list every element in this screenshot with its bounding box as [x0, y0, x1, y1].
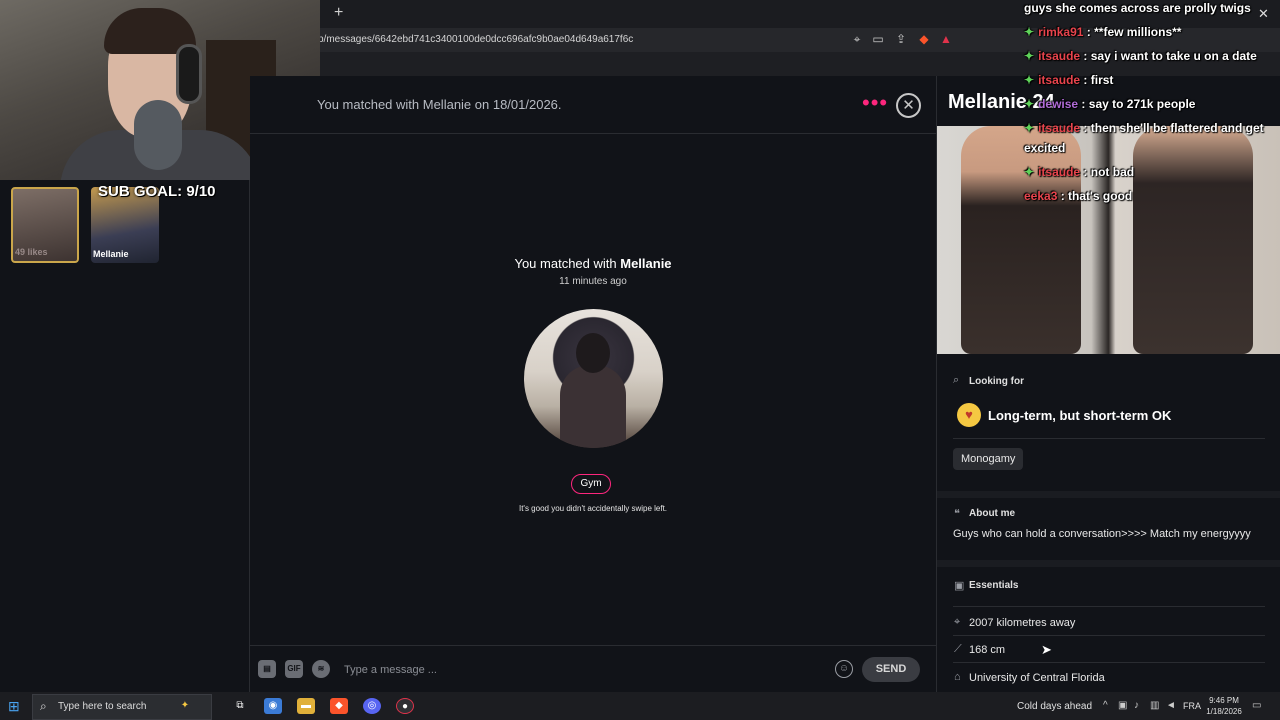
rewards-icon[interactable]: ▲ — [938, 31, 954, 47]
message-input[interactable] — [344, 660, 824, 680]
divider — [953, 635, 1265, 636]
section-separator — [937, 560, 1280, 567]
clock-date: 1/18/2026 — [1206, 707, 1242, 716]
school-text: University of Central Florida — [969, 672, 1105, 684]
location-icon[interactable]: ⌖ — [849, 31, 865, 47]
notification-icon[interactable]: ▭ — [1252, 700, 1261, 711]
likes-thumbnail[interactable]: 49 likes — [11, 187, 79, 263]
cast-icon[interactable]: ▭ — [870, 31, 886, 47]
new-tab-button[interactable]: + — [334, 4, 343, 22]
obs-icon[interactable]: ● — [396, 698, 414, 714]
search-icon: ⌕ — [40, 699, 47, 713]
copilot-icon[interactable]: ◉ — [264, 698, 282, 714]
share-icon[interactable]: ⇪ — [893, 31, 909, 47]
divider — [953, 606, 1265, 607]
essentials-label: Essentials — [969, 580, 1019, 591]
avatar-head — [576, 333, 610, 373]
gif-button[interactable]: GIF — [285, 660, 303, 678]
taskbar-search-text[interactable]: Type here to search — [58, 701, 146, 712]
network-icon[interactable]: ▥ — [1150, 700, 1159, 711]
divider — [953, 662, 1265, 663]
tray-chevron-icon[interactable]: ^ — [1103, 700, 1108, 711]
about-me-label: About me — [969, 508, 1016, 519]
close-icon[interactable]: ✕ — [896, 93, 921, 118]
brave-icon[interactable]: ◆ — [330, 698, 348, 714]
heart-eyes-icon: ♥ — [957, 403, 981, 427]
discord-icon[interactable]: ◎ — [363, 698, 381, 714]
match-thumbnail-name: Mellanie — [93, 249, 129, 259]
section-separator — [937, 491, 1280, 498]
match-note: It's good you didn't accidentally swipe … — [518, 504, 668, 513]
url-text[interactable]: p/messages/6642ebd741c3400100de0dcc696af… — [318, 34, 633, 45]
weather-text[interactable]: Cold days ahead — [1017, 701, 1092, 712]
photo-figure-right — [1133, 126, 1253, 354]
height-text: 168 cm — [969, 644, 1006, 656]
mouse-cursor-icon: ➤ — [1041, 642, 1052, 657]
divider — [953, 438, 1265, 439]
interest-tag: Gym — [571, 474, 611, 494]
clock[interactable]: 9:46 PM 1/18/2026 — [1204, 695, 1244, 717]
webcam-headset — [176, 44, 202, 104]
bookmarks-bar — [320, 52, 1280, 76]
task-view-icon[interactable]: ⧉ — [231, 698, 249, 714]
spotify-icon[interactable]: ≋ — [312, 660, 330, 678]
match-title-name: Mellanie — [620, 256, 672, 271]
graduation-cap-icon: ⌂ — [954, 671, 961, 683]
sticker-icon[interactable]: ▤ — [258, 660, 276, 678]
about-me-text: Guys who can hold a conversation>>>> Mat… — [953, 528, 1251, 540]
essentials-icon: ▣ — [954, 580, 965, 592]
relationship-type-tag: Monogamy — [953, 448, 1024, 470]
photo-figure-left — [961, 126, 1081, 354]
ruler-icon: ⟋ — [954, 643, 962, 655]
profile-name: Mellanie 24 — [948, 91, 1055, 113]
file-explorer-icon[interactable]: ▬ — [297, 698, 315, 714]
windows-start-icon[interactable]: ⊞ — [8, 698, 20, 715]
window-close-icon[interactable]: ✕ — [1258, 6, 1269, 22]
language-indicator[interactable]: FRA — [1183, 701, 1201, 711]
match-title-prefix: You matched with — [514, 256, 617, 271]
match-time: 11 minutes ago — [559, 276, 627, 287]
match-avatar[interactable] — [524, 309, 663, 448]
location-pin-icon: ⌖ — [954, 616, 961, 628]
tray-app-icon[interactable]: ▣ — [1118, 700, 1127, 711]
brave-shield-icon[interactable]: ◆ — [916, 31, 932, 47]
more-options-icon[interactable]: ••• — [862, 92, 888, 114]
chat-header-text: You matched with Mellanie on 18/01/2026. — [317, 97, 562, 112]
search-icon: ⌕ — [953, 374, 960, 386]
webcam-microphone — [134, 100, 182, 170]
profile-photo[interactable] — [937, 126, 1280, 354]
sparkle-icon[interactable]: ✦ — [176, 698, 194, 714]
quote-icon: ❝ — [954, 508, 960, 520]
volume-icon[interactable]: ◄ — [1166, 700, 1176, 711]
looking-for-label: Looking for — [969, 376, 1024, 387]
distance-text: 2007 kilometres away — [969, 617, 1076, 629]
microphone-icon[interactable]: ♪ — [1134, 700, 1139, 711]
sub-goal-overlay: SUB GOAL: 9/10 — [98, 183, 216, 200]
emoji-icon[interactable]: ☺ — [835, 660, 853, 678]
send-button[interactable]: SEND — [862, 657, 920, 682]
likes-label: 49 likes — [15, 247, 48, 257]
browser-tab-bar — [320, 0, 1280, 28]
looking-for-value: Long-term, but short-term OK — [988, 408, 1172, 423]
clock-time: 9:46 PM — [1209, 696, 1239, 705]
avatar-body — [560, 365, 626, 448]
match-title: You matched with Mellanie — [450, 256, 736, 271]
